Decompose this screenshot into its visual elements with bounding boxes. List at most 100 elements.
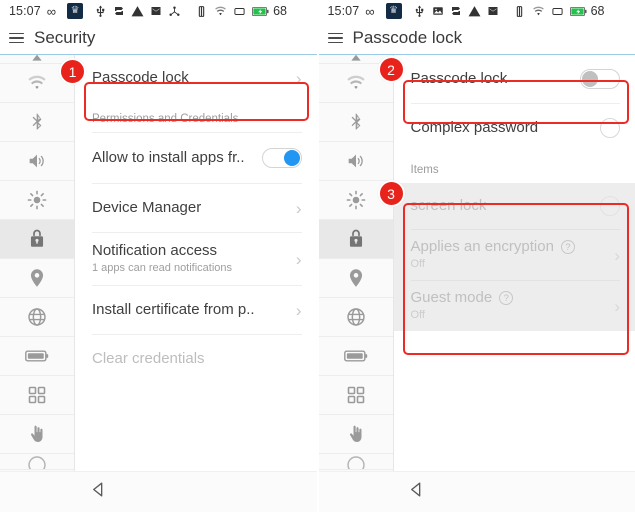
- wifi-icon: [532, 5, 545, 18]
- complex-password-radio[interactable]: [600, 118, 620, 138]
- lock-icon: [30, 229, 44, 247]
- brightness-icon: [27, 190, 47, 210]
- sidebar-item-partial-bottom[interactable]: [318, 454, 393, 470]
- chevron-right-icon: ›: [295, 198, 302, 218]
- right-content: Passcode lock Complex password Items scr…: [393, 55, 635, 471]
- sidebar-item-security[interactable]: [0, 220, 74, 259]
- more-icon: [28, 456, 46, 469]
- back-triangle-icon[interactable]: [89, 480, 108, 504]
- right-nav-bar: [318, 471, 635, 512]
- row-device-manager[interactable]: Device Manager ›: [75, 184, 317, 232]
- row-label: Applies an encryption: [410, 238, 554, 256]
- infinity-icon: ∞: [46, 3, 57, 19]
- chevron-right-icon: ›: [614, 245, 620, 265]
- items-card: screen lock Applies an encryption ? Off: [393, 183, 635, 331]
- status-clock: 15:07: [327, 4, 360, 18]
- left-status-bar: 15:07 ∞ ♛ 68: [0, 0, 317, 22]
- row-complex-password[interactable]: Complex password: [393, 104, 635, 152]
- sidebar-item-volume[interactable]: [318, 142, 393, 181]
- row-label: Passcode lock: [92, 69, 189, 86]
- sidebar-item-gestures[interactable]: [318, 415, 393, 454]
- left-content: Passcode lock › Permissions and Credenti…: [75, 55, 317, 471]
- left-nav-bar: [0, 471, 317, 512]
- back-triangle-icon[interactable]: [407, 480, 426, 504]
- screen-lock-radio: [600, 196, 620, 216]
- row-label: screen lock: [410, 197, 487, 214]
- sidebar-item-battery[interactable]: [318, 337, 393, 376]
- right-phone-panel: 15:07 ∞ ♛ 68 Passcode lock Passcode lock…: [317, 0, 635, 512]
- row-notification-access[interactable]: Notification access 1 apps can read noti…: [75, 233, 317, 285]
- warning-icon: [131, 5, 144, 18]
- vibrate-icon: [195, 5, 208, 18]
- allow-install-toggle[interactable]: [261, 148, 302, 168]
- wifi-icon: [346, 75, 365, 89]
- usb-icon: [94, 5, 107, 18]
- row-applies-encryption: Applies an encryption ? Off ›: [393, 230, 635, 280]
- sidebar-item-apps[interactable]: [318, 376, 393, 415]
- sim-icon: [551, 5, 564, 18]
- sidebar-item-partial-bottom[interactable]: [0, 454, 74, 470]
- help-icon[interactable]: ?: [560, 240, 575, 255]
- usb-icon: [413, 5, 426, 18]
- sidebar-item-bluetooth[interactable]: [318, 103, 393, 142]
- sidebar-item-network[interactable]: [318, 298, 393, 337]
- row-sublabel: Off: [410, 309, 425, 322]
- bluetooth-icon: [32, 113, 42, 130]
- lock-icon: [349, 229, 362, 247]
- page-title: Security: [34, 28, 96, 47]
- passcode-lock-toggle[interactable]: [580, 69, 620, 89]
- right-body: Passcode lock Complex password Items scr…: [318, 55, 635, 471]
- row-label: Device Manager: [92, 199, 202, 216]
- volume-icon: [348, 154, 363, 168]
- row-label: Allow to install apps fr..: [92, 149, 245, 166]
- row-install-certificate[interactable]: Install certificate from p.. ›: [75, 286, 317, 334]
- battery-icon: [569, 6, 587, 17]
- right-settings-list: Passcode lock Complex password Items scr…: [393, 55, 635, 331]
- row-passcode-lock[interactable]: Passcode lock: [393, 55, 635, 103]
- bluetooth-icon: [351, 113, 360, 130]
- chevron-right-icon: ›: [295, 68, 302, 88]
- sidebar-item-volume[interactable]: [0, 142, 74, 181]
- battery-icon: [25, 350, 49, 362]
- sidebar-item-apps[interactable]: [0, 376, 74, 415]
- sidebar-item-battery[interactable]: [0, 337, 74, 376]
- crown-icon: ♛: [67, 3, 84, 19]
- right-title-bar: Passcode lock: [318, 22, 635, 55]
- row-label: Notification access: [92, 242, 218, 260]
- row-label: Passcode lock: [410, 70, 508, 87]
- row-allow-install-apps[interactable]: Allow to install apps fr..: [75, 133, 317, 183]
- chevron-right-icon: ›: [295, 249, 302, 269]
- row-passcode-lock[interactable]: Passcode lock ›: [75, 55, 317, 101]
- sidebar-item-gestures[interactable]: [0, 415, 74, 454]
- sidebar-item-network[interactable]: [0, 298, 74, 337]
- row-guest-mode: Guest mode ? Off ›: [393, 281, 635, 331]
- sidebar-item-location[interactable]: [0, 259, 74, 298]
- row-sublabel: Off: [410, 258, 425, 271]
- sidebar-item-location[interactable]: [318, 259, 393, 298]
- hamburger-icon[interactable]: [327, 32, 343, 44]
- sidebar-item-brightness[interactable]: [0, 181, 74, 220]
- sidebar-item-bluetooth[interactable]: [0, 103, 74, 142]
- brightness-icon: [346, 190, 365, 210]
- volume-icon: [29, 154, 44, 168]
- sync-icon: [113, 5, 125, 17]
- help-icon[interactable]: ?: [499, 291, 514, 306]
- touch-hand-icon: [349, 425, 361, 442]
- wifi-icon: [214, 5, 227, 18]
- apps-grid-icon: [28, 386, 46, 404]
- warning-icon: [468, 5, 481, 18]
- left-icon-rail: [0, 55, 75, 471]
- row-label: Install certificate from p..: [92, 301, 255, 318]
- right-status-bar: 15:07 ∞ ♛ 68: [318, 0, 635, 22]
- apps-grid-icon: [347, 386, 364, 404]
- status-clock: 15:07: [9, 4, 41, 18]
- share-icon: [168, 5, 181, 18]
- hamburger-icon[interactable]: [9, 32, 24, 44]
- battery-icon: [252, 6, 269, 17]
- annotation-badge-2: 2: [377, 56, 405, 83]
- battery-icon: [343, 350, 367, 362]
- left-body: Passcode lock › Permissions and Credenti…: [0, 55, 317, 471]
- row-sublabel: 1 apps can read notifications: [92, 262, 233, 275]
- left-title-bar: Security: [0, 22, 317, 55]
- sidebar-item-security[interactable]: [318, 220, 393, 259]
